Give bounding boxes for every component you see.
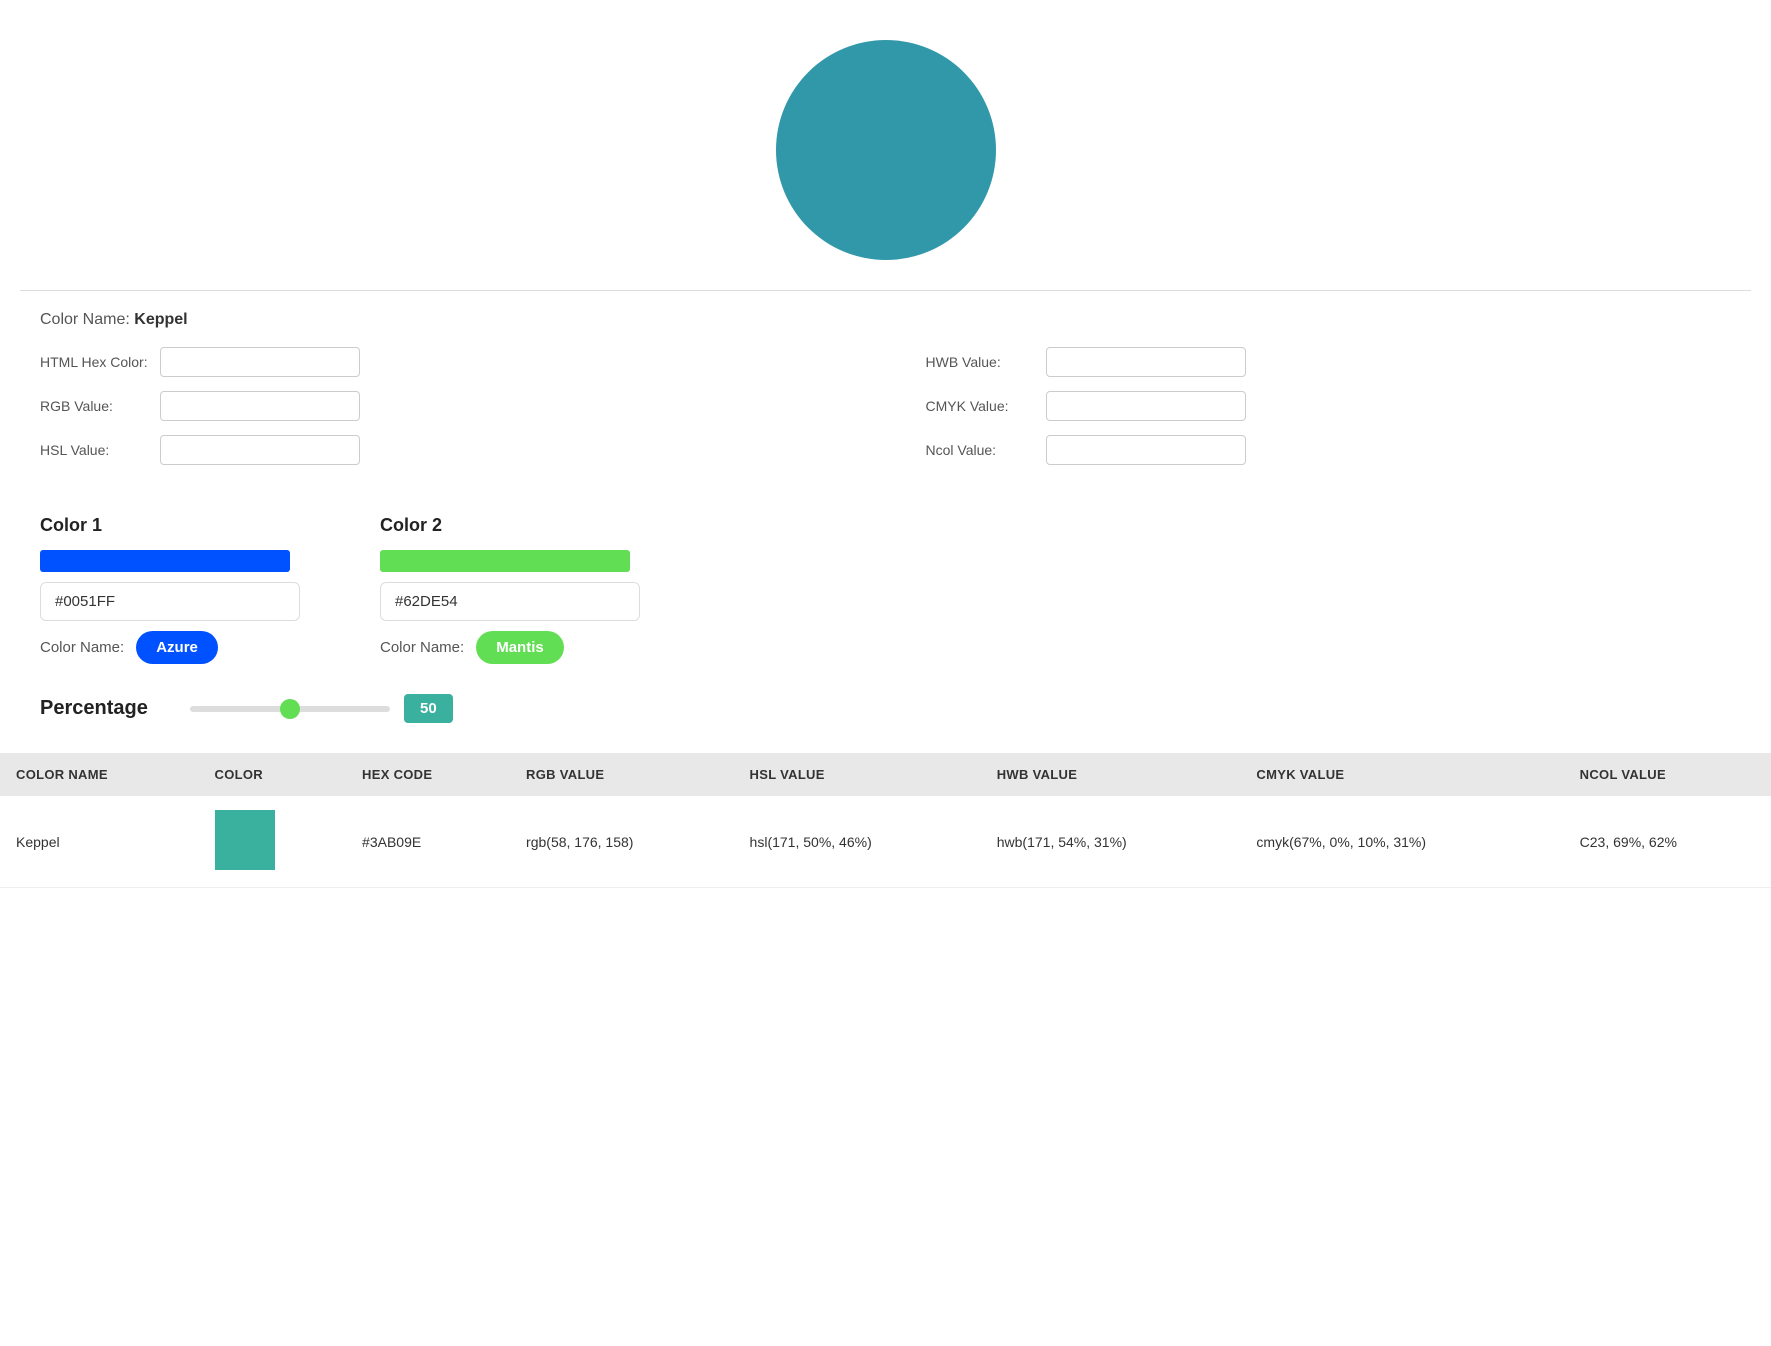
color2-bar (380, 550, 630, 572)
th-hex-code: HEX CODE (346, 753, 510, 796)
cell-hex: #3AB09E (346, 796, 510, 888)
ncol-input[interactable]: C19, 60%, 67% (1046, 435, 1246, 465)
color1-hex-display: #0051FF (40, 582, 300, 621)
th-ncol-value: NCOL VALUE (1564, 753, 1771, 796)
cell-color-swatch (199, 796, 346, 888)
color2-hex-display: #62DE54 (380, 582, 640, 621)
color2-heading: Color 2 (380, 515, 660, 536)
hsl-input[interactable]: hsl(189, 55%, 43%) (160, 435, 360, 465)
color1-bar (40, 550, 290, 572)
ncol-label: Ncol Value: (926, 442, 1036, 458)
hsl-row: HSL Value: hsl(189, 55%, 43%) (40, 435, 846, 465)
cell-hwb: hwb(171, 54%, 31%) (981, 796, 1241, 888)
cell-ncol: C23, 69%, 62% (1564, 796, 1771, 888)
color-values-grid: HTML Hex Color: #3198aa HWB Value: hwb(1… (40, 347, 1731, 465)
cmyk-input[interactable]: cmyk(71%, 11%, 0%, 33) (1046, 391, 1246, 421)
hwb-label: HWB Value: (926, 354, 1036, 370)
rgb-label: RGB Value: (40, 398, 150, 414)
color2-name-badge: Mantis (476, 631, 564, 664)
color-table-section: COLOR NAME COLOR HEX CODE RGB VALUE HSL … (0, 753, 1771, 888)
hwb-input[interactable]: hwb(189, 53%, 33%) (1046, 347, 1246, 377)
rgb-input[interactable]: rgb(49, 152, 170) (160, 391, 360, 421)
th-color: COLOR (199, 753, 346, 796)
cell-cmyk: cmyk(67%, 0%, 10%, 31%) (1240, 796, 1563, 888)
color2-name-label: Color Name: (380, 639, 464, 656)
html-hex-label: HTML Hex Color: (40, 354, 150, 370)
percentage-slider-wrap: 50 (190, 694, 453, 723)
color2-block: Color 2 #62DE54 Color Name: Mantis (380, 515, 660, 664)
th-cmyk-value: CMYK VALUE (1240, 753, 1563, 796)
html-hex-row: HTML Hex Color: #3198aa (40, 347, 846, 377)
html-hex-input[interactable]: #3198aa (160, 347, 360, 377)
cell-color-name: Keppel (0, 796, 199, 888)
table-row: Keppel #3AB09E rgb(58, 176, 158) hsl(171… (0, 796, 1771, 888)
rgb-row: RGB Value: rgb(49, 152, 170) (40, 391, 846, 421)
color-name-row: Color Name: Keppel (40, 311, 1731, 329)
color-table: COLOR NAME COLOR HEX CODE RGB VALUE HSL … (0, 753, 1771, 888)
percentage-section: Percentage 50 (0, 684, 1771, 743)
cmyk-row: CMYK Value: cmyk(71%, 11%, 0%, 33) (926, 391, 1732, 421)
percentage-label: Percentage (40, 697, 170, 720)
color1-name-label: Color Name: (40, 639, 124, 656)
color-pickers-section: Color 1 #0051FF Color Name: Azure Color … (0, 495, 1771, 684)
cell-hsl: hsl(171, 50%, 46%) (734, 796, 981, 888)
percentage-value-badge: 50 (404, 694, 453, 723)
cell-rgb: rgb(58, 176, 158) (510, 796, 734, 888)
color2-name-row: Color Name: Mantis (380, 631, 660, 664)
hwb-row: HWB Value: hwb(189, 53%, 33%) (926, 347, 1732, 377)
slider-track[interactable] (190, 706, 390, 712)
color1-block: Color 1 #0051FF Color Name: Azure (40, 515, 320, 664)
color-circle (776, 40, 996, 260)
ncol-row: Ncol Value: C19, 60%, 67% (926, 435, 1732, 465)
color1-name-badge: Azure (136, 631, 218, 664)
color1-heading: Color 1 (40, 515, 320, 536)
th-rgb-value: RGB VALUE (510, 753, 734, 796)
th-hwb-value: HWB VALUE (981, 753, 1241, 796)
slider-thumb[interactable] (280, 699, 300, 719)
cmyk-label: CMYK Value: (926, 398, 1036, 414)
color-name-label: Color Name: (40, 311, 130, 328)
th-color-name: COLOR NAME (0, 753, 199, 796)
color-name-value: Keppel (134, 311, 187, 328)
hsl-label: HSL Value: (40, 442, 150, 458)
th-hsl-value: HSL VALUE (734, 753, 981, 796)
color-circle-section (0, 0, 1771, 290)
color-info-section: Color Name: Keppel HTML Hex Color: #3198… (0, 291, 1771, 495)
table-header-row: COLOR NAME COLOR HEX CODE RGB VALUE HSL … (0, 753, 1771, 796)
color1-name-row: Color Name: Azure (40, 631, 320, 664)
